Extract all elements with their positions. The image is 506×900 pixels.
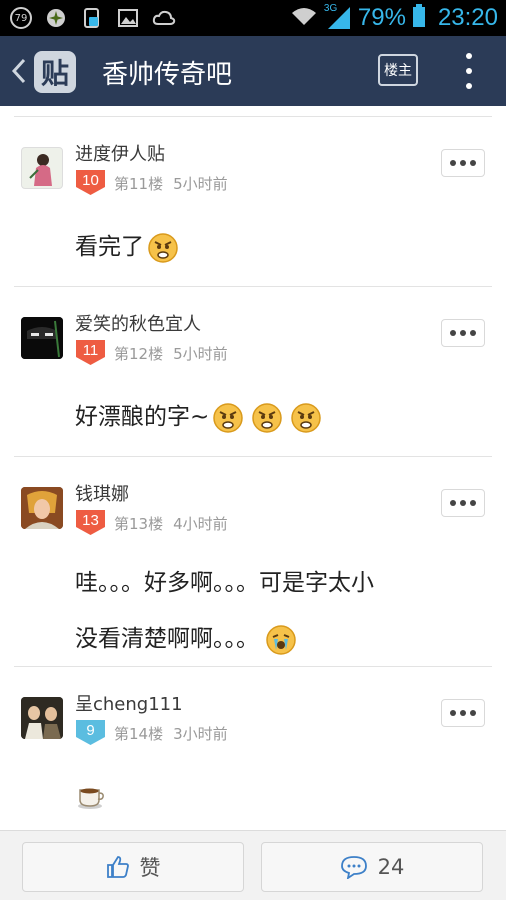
post-meta: 第11楼 5小时前	[114, 173, 228, 194]
level-badge: 13	[76, 510, 105, 535]
comment-button[interactable]: 24	[261, 842, 483, 892]
comment-bubble-icon	[340, 856, 367, 879]
app-notification-icon	[44, 7, 68, 29]
back-arrow-icon[interactable]	[10, 58, 28, 84]
username[interactable]: 进度伊人贴	[75, 140, 165, 166]
cloud-icon	[152, 7, 176, 29]
clock: 23:20	[437, 4, 498, 31]
post-content: 哇。。。好多啊。。。可是字太小 没看清楚啊啊。。。	[75, 555, 374, 667]
like-button[interactable]: 赞	[22, 842, 244, 892]
notification-badge-icon: 79	[10, 7, 32, 29]
post-more-button[interactable]	[441, 319, 485, 347]
battery-icon	[412, 4, 426, 32]
image-icon	[116, 7, 140, 29]
avatar[interactable]	[21, 147, 63, 189]
post-content: 看完了	[75, 231, 179, 264]
signal-icon: 3G	[324, 3, 352, 31]
angry-face-icon	[213, 402, 244, 433]
divider	[14, 116, 492, 117]
post-time: 5小时前	[173, 345, 228, 363]
level-badge: 9	[76, 720, 105, 745]
avatar[interactable]	[21, 487, 63, 529]
bottom-action-bar: 赞 24	[0, 830, 506, 900]
comment-count: 24	[377, 855, 405, 879]
floor-number: 第12楼	[114, 345, 164, 363]
post-meta: 第14楼 3小时前	[114, 723, 228, 744]
post-more-button[interactable]	[441, 489, 485, 517]
avatar[interactable]	[21, 697, 63, 739]
post-content	[75, 784, 105, 819]
wifi-icon	[290, 5, 318, 31]
floor-number: 第13楼	[114, 515, 164, 533]
post-time: 5小时前	[173, 175, 228, 193]
floor-number: 第14楼	[114, 725, 164, 743]
post-meta: 第12楼 5小时前	[114, 343, 228, 364]
divider	[14, 666, 492, 667]
username[interactable]: 呈cheng111	[75, 690, 183, 716]
battery-percent: 79%	[357, 4, 406, 31]
level-badge: 11	[76, 340, 105, 365]
coffee-cup-icon	[78, 788, 104, 809]
avatar[interactable]	[21, 317, 63, 359]
angry-face-icon	[148, 232, 178, 263]
page-title: 香帅传奇吧	[102, 60, 233, 90]
tieba-logo[interactable]: 贴	[34, 51, 76, 93]
floor-number: 第11楼	[114, 175, 164, 193]
post-content: 好漂酿的字~	[75, 401, 322, 434]
thumbs-up-icon	[106, 856, 129, 878]
angry-face-icon	[252, 402, 283, 433]
like-label: 赞	[139, 856, 161, 880]
crying-face-icon	[266, 624, 296, 655]
post-feed[interactable]: 进度伊人贴 10 第11楼 5小时前 看完了 爱笑的秋色宜人 11 第12楼 5小时…	[0, 106, 506, 830]
title-bar: 贴 香帅传奇吧 楼主	[0, 36, 506, 106]
username[interactable]: 钱琪娜	[75, 480, 129, 506]
post-meta: 第13楼 4小时前	[114, 513, 228, 534]
post-time: 3小时前	[173, 725, 228, 743]
louzhu-button[interactable]: 楼主	[378, 54, 418, 86]
status-bar: 79 3G 79% 23:20	[0, 0, 506, 36]
post-more-button[interactable]	[441, 699, 485, 727]
username[interactable]: 爱笑的秋色宜人	[75, 310, 201, 336]
lock-phone-icon	[80, 7, 104, 29]
post-more-button[interactable]	[441, 149, 485, 177]
divider	[14, 456, 492, 457]
angry-face-icon	[291, 402, 322, 433]
level-badge: 10	[76, 170, 105, 195]
more-menu-icon[interactable]	[462, 53, 476, 89]
post-time: 4小时前	[173, 515, 228, 533]
divider	[14, 286, 492, 287]
